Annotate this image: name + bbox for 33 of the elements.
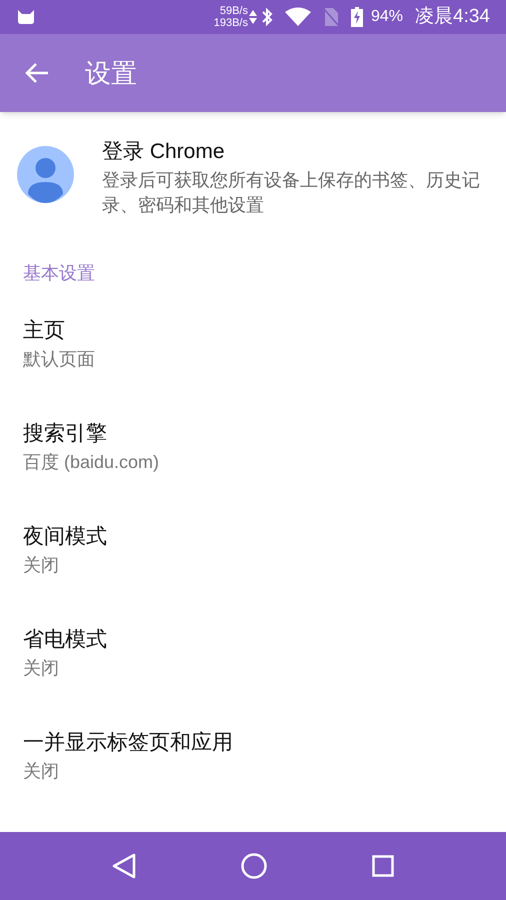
- settings-item[interactable]: 省电模式 关闭: [0, 624, 506, 726]
- bluetooth-icon: [260, 7, 273, 27]
- back-arrow-icon[interactable]: [24, 61, 50, 85]
- item-title: 省电模式: [23, 626, 108, 652]
- settings-item[interactable]: 一并显示标签页和应用 关闭: [0, 726, 506, 830]
- sign-in-description: 登录后可获取您所有设备上保存的书签、历史记录、密码和其他设置: [102, 168, 481, 216]
- settings-item[interactable]: 主页 默认页面: [0, 314, 506, 418]
- item-subtitle: 关闭: [23, 760, 60, 783]
- back-triangle-icon[interactable]: [112, 853, 136, 879]
- wifi-icon: [284, 7, 311, 27]
- download-speed: 193B/s: [214, 17, 248, 29]
- home-circle-icon[interactable]: [240, 853, 267, 879]
- no-sim-icon: [322, 7, 339, 27]
- battery-percent: 94%: [370, 7, 404, 27]
- clock: 凌晨4:34: [415, 4, 490, 29]
- item-subtitle: 关闭: [23, 657, 60, 680]
- item-subtitle: 百度 (baidu.com): [23, 451, 160, 474]
- recents-square-icon[interactable]: [372, 855, 394, 877]
- item-title: 搜索引擎: [23, 420, 108, 446]
- upload-speed: 59B/s: [220, 5, 248, 17]
- item-title: 主页: [23, 318, 66, 344]
- sign-in-title[interactable]: 登录 Chrome: [102, 136, 482, 168]
- item-title: 夜间模式: [23, 524, 108, 550]
- settings-item[interactable]: 搜索引擎 百度 (baidu.com): [0, 418, 506, 520]
- page-title: 设置: [85, 56, 137, 90]
- settings-item[interactable]: 夜间模式 关闭: [0, 520, 506, 624]
- avatar-icon[interactable]: [17, 146, 74, 203]
- battery-charging-icon: [350, 7, 363, 27]
- item-subtitle: 关闭: [23, 554, 60, 577]
- item-title: 一并显示标签页和应用: [23, 730, 234, 756]
- section-header: 基本设置: [22, 262, 96, 284]
- cat-icon: [16, 9, 36, 25]
- item-subtitle: 默认页面: [23, 348, 96, 371]
